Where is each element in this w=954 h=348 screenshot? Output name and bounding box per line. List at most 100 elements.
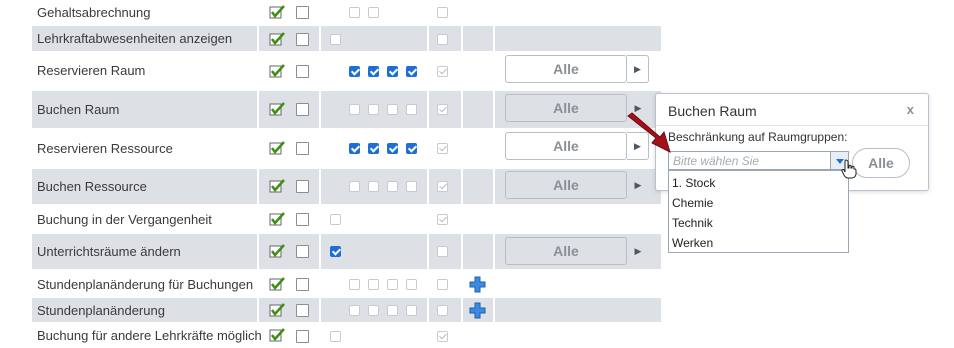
checkbox-checked[interactable] xyxy=(349,143,360,154)
green-check-icon[interactable] xyxy=(269,212,285,226)
checkbox[interactable] xyxy=(406,279,417,290)
green-check-icon[interactable] xyxy=(269,328,285,342)
checkbox[interactable] xyxy=(296,33,309,46)
expand-arrow-button[interactable]: ▶ xyxy=(627,55,649,83)
checkbox[interactable] xyxy=(349,104,360,115)
checkbox[interactable] xyxy=(368,104,379,115)
checkbox[interactable] xyxy=(437,331,448,342)
checkbox[interactable] xyxy=(437,104,448,115)
checkbox[interactable] xyxy=(349,305,360,316)
checkbox[interactable] xyxy=(437,279,448,290)
add-plus-icon[interactable] xyxy=(469,302,486,319)
checkbox[interactable] xyxy=(387,305,398,316)
table-row: Buchung für andere Lehrkräfte möglich xyxy=(0,324,661,348)
row-label: Reservieren Raum xyxy=(37,63,146,78)
green-check-icon[interactable] xyxy=(269,64,285,78)
green-check-icon[interactable] xyxy=(269,102,285,116)
green-check-icon[interactable] xyxy=(269,303,285,317)
checkbox[interactable] xyxy=(296,103,309,116)
checkbox[interactable] xyxy=(437,181,448,192)
checkbox[interactable] xyxy=(296,278,309,291)
green-check-icon[interactable] xyxy=(269,5,285,19)
checkbox-checked[interactable] xyxy=(387,66,398,77)
checkbox[interactable] xyxy=(437,214,448,225)
checkbox[interactable] xyxy=(437,34,448,45)
green-check-icon[interactable] xyxy=(269,141,285,155)
table-row: Unterrichtsräume ändern Alle ▶ xyxy=(0,234,661,269)
checkbox[interactable] xyxy=(296,330,309,343)
checkbox[interactable] xyxy=(368,305,379,316)
row-label: Reservieren Ressource xyxy=(37,141,173,156)
checkbox-checked[interactable] xyxy=(406,143,417,154)
checkbox[interactable] xyxy=(387,181,398,192)
checkbox[interactable] xyxy=(296,304,309,317)
room-group-label: Beschränkung auf Raumgruppen: xyxy=(668,130,848,144)
checkbox[interactable] xyxy=(349,181,360,192)
popup-title: Buchen Raum xyxy=(668,103,757,119)
checkbox[interactable] xyxy=(330,34,341,45)
checkbox[interactable] xyxy=(296,180,309,193)
checkbox[interactable] xyxy=(296,142,309,155)
checkbox[interactable] xyxy=(387,279,398,290)
row-label: Buchen Ressource xyxy=(37,179,147,194)
table-row: Buchen Ressource Alle ▶ xyxy=(0,169,661,204)
row-label: Gehaltsabrechnung xyxy=(37,4,151,20)
close-icon[interactable]: x xyxy=(907,102,914,117)
checkbox[interactable] xyxy=(296,245,309,258)
green-check-icon[interactable] xyxy=(269,179,285,193)
room-group-select[interactable]: Bitte wählen Sie xyxy=(668,151,849,170)
divider xyxy=(656,125,928,126)
table-row: Gehaltsabrechnung xyxy=(0,0,661,24)
checkbox-checked[interactable] xyxy=(330,246,341,257)
expand-arrow-button[interactable]: ▶ xyxy=(627,237,649,265)
checkbox[interactable] xyxy=(406,181,417,192)
checkbox[interactable] xyxy=(296,6,309,19)
row-label: Lehrkraftabwesenheiten anzeigen xyxy=(37,31,233,46)
table-row: Lehrkraftabwesenheiten anzeigen xyxy=(0,26,661,51)
checkbox[interactable] xyxy=(437,66,448,77)
dropdown-option[interactable]: 1. Stock xyxy=(672,176,715,190)
row-label: Stundenplanänderung für Buchungen xyxy=(37,276,254,292)
checkbox[interactable] xyxy=(437,7,448,18)
checkbox[interactable] xyxy=(330,214,341,225)
checkbox[interactable] xyxy=(296,213,309,226)
table-row: Stundenplanänderung xyxy=(0,298,661,322)
dropdown-option[interactable]: Technik xyxy=(672,216,713,230)
checkbox-checked[interactable] xyxy=(387,143,398,154)
dropdown-option[interactable]: Chemie xyxy=(672,196,713,210)
alle-button[interactable]: Alle xyxy=(505,94,627,122)
checkbox[interactable] xyxy=(330,331,341,342)
alle-button[interactable]: Alle xyxy=(852,148,910,178)
hand-cursor-icon xyxy=(841,159,857,179)
checkbox-checked[interactable] xyxy=(368,66,379,77)
checkbox[interactable] xyxy=(349,7,360,18)
dropdown-option[interactable]: Werken xyxy=(672,236,713,250)
row-label: Buchung in der Vergangenheit xyxy=(37,211,212,227)
checkbox[interactable] xyxy=(349,279,360,290)
table-row: Buchung in der Vergangenheit xyxy=(0,206,661,232)
green-check-icon[interactable] xyxy=(269,277,285,291)
checkbox[interactable] xyxy=(296,65,309,78)
alle-button[interactable]: Alle xyxy=(505,55,627,83)
checkbox[interactable] xyxy=(368,181,379,192)
alle-button[interactable]: Alle xyxy=(505,132,627,160)
add-plus-icon[interactable] xyxy=(469,276,486,293)
row-label: Buchen Raum xyxy=(37,102,120,117)
table-row: Reservieren Raum Alle ▶ xyxy=(0,52,661,89)
checkbox-checked[interactable] xyxy=(368,143,379,154)
green-check-icon[interactable] xyxy=(269,32,285,46)
checkbox[interactable] xyxy=(406,305,417,316)
checkbox-checked[interactable] xyxy=(406,66,417,77)
checkbox[interactable] xyxy=(387,104,398,115)
checkbox[interactable] xyxy=(437,246,448,257)
checkbox[interactable] xyxy=(368,279,379,290)
alle-button[interactable]: Alle xyxy=(505,237,627,265)
green-check-icon[interactable] xyxy=(269,244,285,258)
alle-button[interactable]: Alle xyxy=(505,171,627,199)
checkbox-checked[interactable] xyxy=(349,66,360,77)
checkbox[interactable] xyxy=(406,104,417,115)
checkbox[interactable] xyxy=(437,143,448,154)
checkbox[interactable] xyxy=(437,305,448,316)
checkbox[interactable] xyxy=(368,7,379,18)
expand-arrow-button[interactable]: ▶ xyxy=(627,171,649,199)
